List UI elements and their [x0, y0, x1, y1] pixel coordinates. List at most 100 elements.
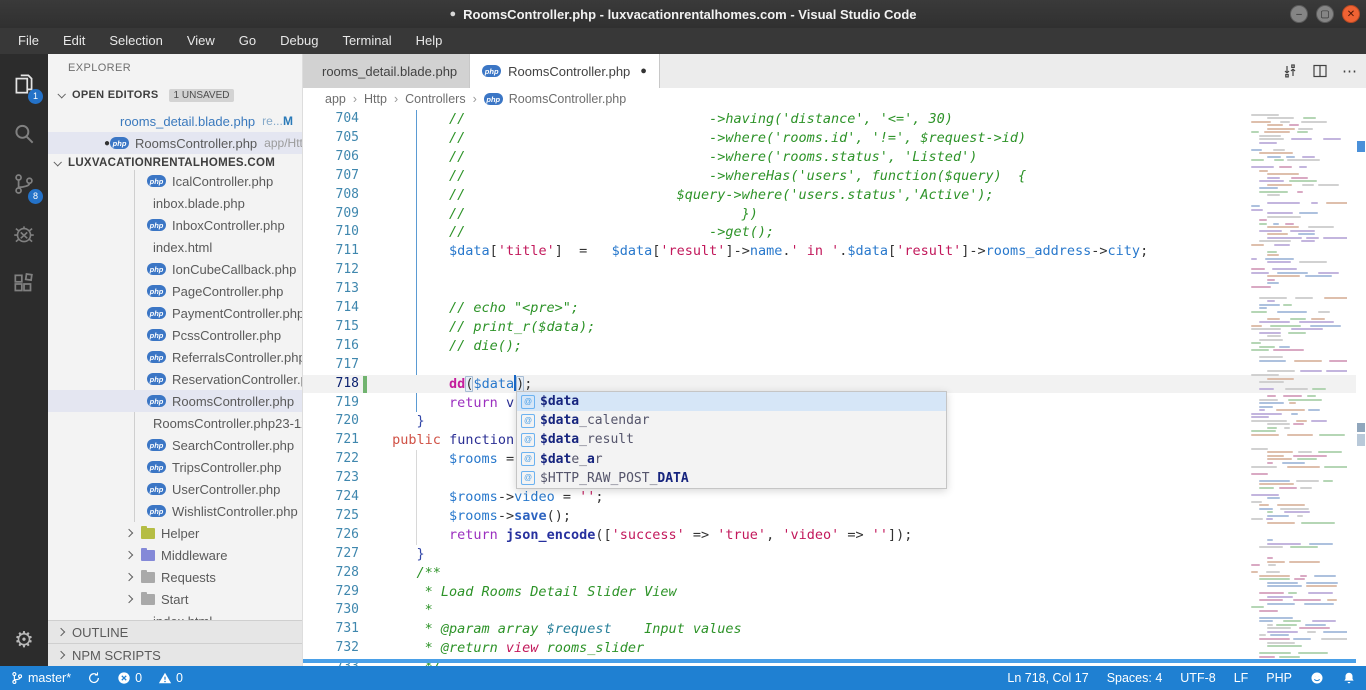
- tree-item-paymentcontroller-php[interactable]: phpPaymentController.php: [48, 302, 303, 324]
- statusbar-language-mode[interactable]: PHP: [1266, 671, 1292, 685]
- code-line-706[interactable]: 706 // ->where('rooms.status', 'Listed'): [303, 148, 1356, 167]
- tree-item-referralscontroller-php[interactable]: phpReferralsController.php: [48, 346, 303, 368]
- tree-item-usercontroller-php[interactable]: phpUserController.php: [48, 478, 303, 500]
- statusbar-warnings[interactable]: 0: [158, 671, 183, 685]
- code-line-731[interactable]: 731 * @param array $request Input values: [303, 620, 1356, 639]
- tree-item-tripscontroller-php[interactable]: phpTripsController.php: [48, 456, 303, 478]
- code-line-728[interactable]: 728 /**: [303, 564, 1356, 583]
- statusbar-indentation[interactable]: Spaces: 4: [1107, 671, 1163, 685]
- code-line-727[interactable]: 727 }: [303, 545, 1356, 564]
- open-editor-item[interactable]: ●phpRoomsController.phpapp/Http/...: [48, 132, 303, 154]
- code-line-716[interactable]: 716 // die();: [303, 337, 1356, 356]
- tree-item-helper[interactable]: Helper: [48, 522, 303, 544]
- minimize-button-icon[interactable]: –: [1290, 5, 1308, 23]
- code-line-724[interactable]: 724 $rooms->video = '';: [303, 488, 1356, 507]
- breadcrumb[interactable]: app›Http›Controllers›phpRoomsController.…: [303, 88, 1366, 110]
- statusbar-encoding[interactable]: UTF-8: [1180, 671, 1215, 685]
- activitybar-debug[interactable]: [0, 210, 48, 258]
- open-editors-header[interactable]: OPEN EDITORS 1 UNSAVED: [48, 84, 303, 106]
- menu-terminal[interactable]: Terminal: [330, 28, 403, 54]
- vscode-window: ● RoomsController.php - luxvacationrenta…: [0, 0, 1366, 690]
- statusbar-git-branch[interactable]: master*: [10, 671, 71, 685]
- breadcrumb-item[interactable]: app: [325, 92, 346, 106]
- minimap[interactable]: [1247, 110, 1347, 666]
- suggestion-item[interactable]: @$data_calendar: [517, 411, 946, 430]
- menu-help[interactable]: Help: [404, 28, 455, 54]
- more-actions-icon[interactable]: ⋯: [1342, 62, 1358, 80]
- code-line-709[interactable]: 709 // }): [303, 205, 1356, 224]
- menu-edit[interactable]: Edit: [51, 28, 97, 54]
- code-line-705[interactable]: 705 // ->where('rooms.id', '!=', $reques…: [303, 129, 1356, 148]
- activitybar-search[interactable]: [0, 110, 48, 158]
- close-button-icon[interactable]: ✕: [1342, 5, 1360, 23]
- code-line-707[interactable]: 707 // ->whereHas('users', function($que…: [303, 167, 1356, 186]
- menu-selection[interactable]: Selection: [97, 28, 174, 54]
- statusbar-notifications[interactable]: [1342, 671, 1356, 685]
- menu-debug[interactable]: Debug: [268, 28, 330, 54]
- menu-go[interactable]: Go: [227, 28, 268, 54]
- tree-item-inbox-blade-php[interactable]: inbox.blade.php: [48, 192, 303, 214]
- statusbar-sync[interactable]: [87, 671, 101, 685]
- code-line-713[interactable]: 713: [303, 280, 1356, 299]
- breadcrumb-item[interactable]: Http: [364, 92, 387, 106]
- tab-rooms-detail-blade-php[interactable]: rooms_detail.blade.php: [303, 54, 470, 88]
- code-line-714[interactable]: 714 // echo "<pre>";: [303, 299, 1356, 318]
- menu-file[interactable]: File: [6, 28, 51, 54]
- code-line-708[interactable]: 708 // $query->where('users.status','Act…: [303, 186, 1356, 205]
- tree-item-index-html[interactable]: 5index.html: [48, 610, 303, 620]
- statusbar-errors[interactable]: 0: [117, 671, 142, 685]
- code-line-704[interactable]: 704 // ->having('distance', '<=', 30): [303, 110, 1356, 129]
- title-bar[interactable]: ● RoomsController.php - luxvacationrenta…: [0, 0, 1366, 28]
- open-changes-icon[interactable]: [1282, 63, 1298, 79]
- breadcrumb-item[interactable]: Controllers: [405, 92, 465, 106]
- activitybar-extensions[interactable]: [0, 260, 48, 308]
- menu-view[interactable]: View: [175, 28, 227, 54]
- activitybar-explorer[interactable]: 1: [0, 60, 48, 108]
- statusbar-eol[interactable]: LF: [1234, 671, 1249, 685]
- split-editor-icon[interactable]: [1312, 63, 1328, 79]
- suggestion-item[interactable]: @$data_result: [517, 430, 946, 449]
- statusbar-feedback[interactable]: [1310, 671, 1324, 685]
- suggestion-item[interactable]: @$date_ar: [517, 450, 946, 469]
- intellisense-popup[interactable]: @$data@$data_calendar@$data_result@$date…: [516, 391, 947, 489]
- code-line-712[interactable]: 712: [303, 261, 1356, 280]
- suggestion-item[interactable]: @$data: [517, 392, 946, 411]
- statusbar-label: master*: [28, 671, 71, 685]
- horizontal-scrollbar[interactable]: [303, 659, 1356, 663]
- tree-item-roomscontroller-php[interactable]: phpRoomsController.php: [48, 390, 303, 412]
- open-editor-item[interactable]: rooms_detail.blade.phpre...M: [48, 110, 303, 132]
- code-line-732[interactable]: 732 * @return view rooms_slider: [303, 639, 1356, 658]
- outline-section[interactable]: OUTLINE: [48, 620, 303, 643]
- code-line-717[interactable]: 717: [303, 356, 1356, 375]
- settings-gear-icon[interactable]: ⚙: [0, 622, 48, 658]
- tree-item-searchcontroller-php[interactable]: phpSearchController.php: [48, 434, 303, 456]
- tree-item-start[interactable]: Start: [48, 588, 303, 610]
- tree-item-ioncubecallback-php[interactable]: phpIonCubeCallback.php: [48, 258, 303, 280]
- code-line-729[interactable]: 729 * Load Rooms Detail Slider View: [303, 583, 1356, 602]
- activitybar-source-control[interactable]: 8: [0, 160, 48, 208]
- overview-ruler[interactable]: [1356, 110, 1366, 666]
- code-line-715[interactable]: 715 // print_r($data);: [303, 318, 1356, 337]
- code-line-726[interactable]: 726 return json_encode(['success' => 'tr…: [303, 526, 1356, 545]
- tree-item-roomscontroller-php23-12-[interactable]: RoomsController.php23-12...: [48, 412, 303, 434]
- statusbar-cursor-position[interactable]: Ln 718, Col 17: [1007, 671, 1088, 685]
- npm-scripts-section[interactable]: NPM SCRIPTS: [48, 643, 303, 666]
- code-editor[interactable]: 704 // ->having('distance', '<=', 30)705…: [303, 110, 1366, 666]
- tab-roomscontroller-php[interactable]: phpRoomsController.php●: [470, 54, 660, 88]
- tree-item-icalcontroller-php[interactable]: phpIcalController.php: [48, 170, 303, 192]
- tree-item-pagecontroller-php[interactable]: phpPageController.php: [48, 280, 303, 302]
- tree-item-pcsscontroller-php[interactable]: phpPcssController.php: [48, 324, 303, 346]
- code-line-710[interactable]: 710 // ->get();: [303, 223, 1356, 242]
- code-line-725[interactable]: 725 $rooms->save();: [303, 507, 1356, 526]
- suggestion-item[interactable]: @$HTTP_RAW_POST_DATA: [517, 469, 946, 488]
- breadcrumb-item[interactable]: RoomsController.php: [509, 92, 626, 106]
- tree-item-middleware[interactable]: Middleware: [48, 544, 303, 566]
- tree-item-inboxcontroller-php[interactable]: phpInboxController.php: [48, 214, 303, 236]
- tree-item-reservationcontroller-php[interactable]: phpReservationController.php: [48, 368, 303, 390]
- maximize-button-icon[interactable]: ▢: [1316, 5, 1334, 23]
- tree-item-requests[interactable]: Requests: [48, 566, 303, 588]
- tree-item-index-html[interactable]: 5index.html: [48, 236, 303, 258]
- code-line-711[interactable]: 711 $data['title'] = $data['result']->na…: [303, 242, 1356, 261]
- tree-item-wishlistcontroller-php[interactable]: phpWishlistController.php: [48, 500, 303, 522]
- code-line-730[interactable]: 730 *: [303, 601, 1356, 620]
